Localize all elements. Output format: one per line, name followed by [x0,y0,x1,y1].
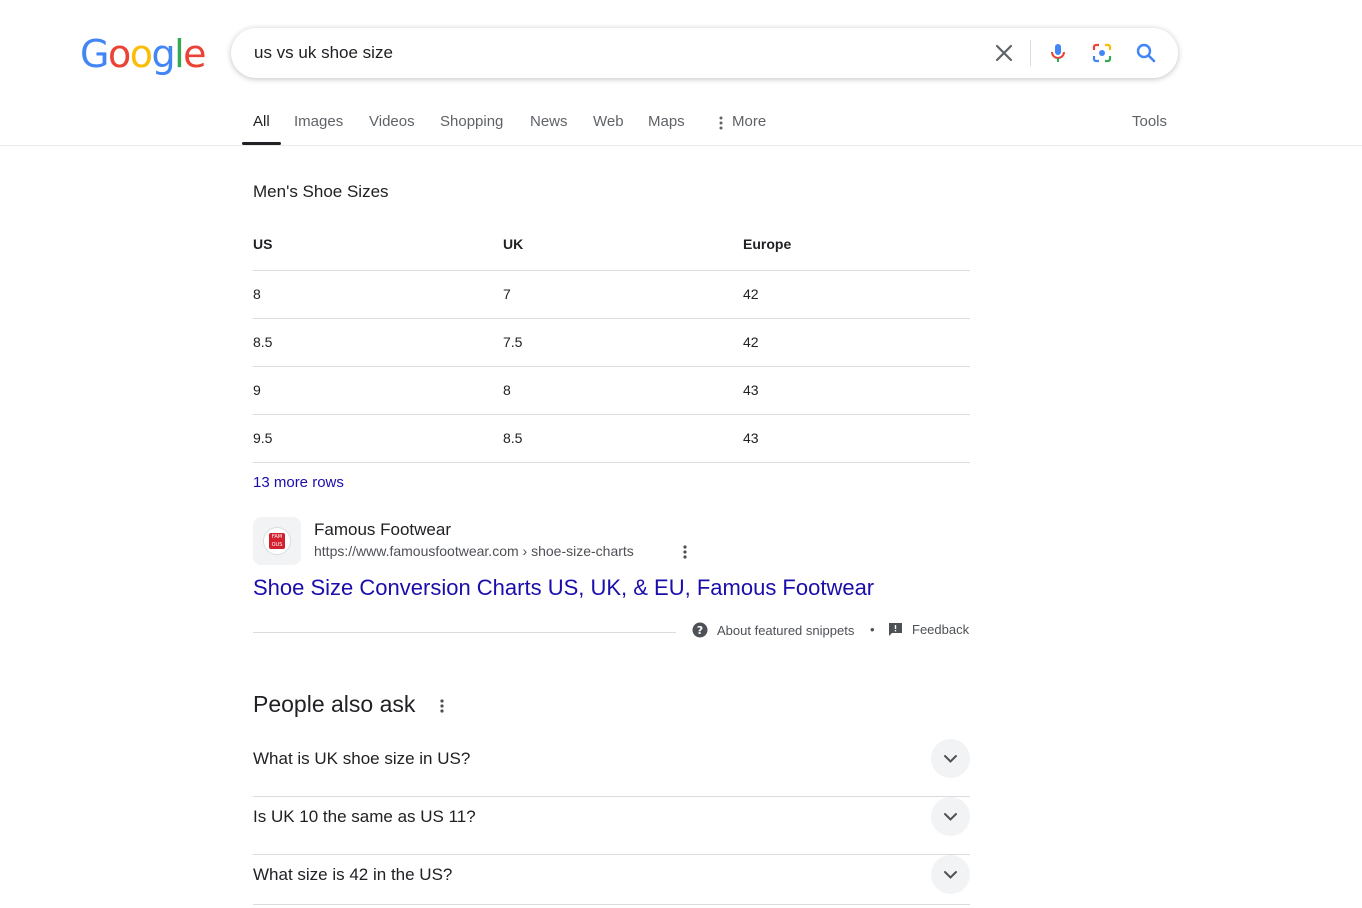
more-options-icon[interactable] [437,697,447,715]
table-cell: 7 [503,286,511,302]
table-cell: 9.5 [253,430,273,446]
table-cell: 7.5 [503,334,523,350]
table-cell: 8 [503,382,511,398]
famous-footwear-logo-icon: FAM OUS [269,533,285,549]
feedback-label: Feedback [912,622,970,637]
table-header-cell: Europe [743,236,792,252]
search-input[interactable]: us vs uk shoe size [254,43,393,63]
result-title-link[interactable]: Shoe Size Conversion Charts US, UK, & EU… [253,575,874,601]
table-row: 8.5 7.5 42 [253,319,970,367]
logo-letter: o [129,32,153,76]
logo-letter: e [183,32,206,76]
google-logo[interactable]: Google [80,32,207,76]
search-box[interactable]: us vs uk shoe size [231,28,1178,78]
site-favicon[interactable]: FAM OUS [253,517,301,565]
tab-more[interactable]: More [732,113,766,130]
tab-videos[interactable]: Videos [369,113,415,130]
logo-letter: l [174,32,185,76]
more-rows-link[interactable]: 13 more rows [253,474,344,491]
expand-button[interactable] [931,797,970,836]
search-divider [1030,40,1031,66]
more-options-icon[interactable] [680,543,690,561]
tab-web[interactable]: Web [593,113,624,130]
table-header-cell: US [253,236,273,252]
table-cell: 8.5 [503,430,523,446]
lens-camera-icon[interactable] [1090,41,1114,65]
chevron-down-icon [944,755,957,763]
people-also-ask-title: People also ask [253,691,416,717]
paa-question[interactable]: Is UK 10 the same as US 11? [253,797,970,855]
paa-question-text: What size is 42 in the US? [253,865,453,884]
table-header-row: US UK Europe [253,222,970,271]
snippet-divider [253,632,676,633]
logo-letter: g [151,32,175,76]
feedback-icon [889,623,902,636]
table-row: 9.5 8.5 43 [253,415,970,463]
size-table: US UK Europe 8 7 42 8.5 7.5 42 9 8 43 9.… [253,222,970,463]
table-row: 9 8 43 [253,367,970,415]
paa-question[interactable]: What is UK shoe size in US? [253,739,970,797]
table-cell: 8.5 [253,334,273,350]
paa-question-text: Is UK 10 the same as US 11? [253,807,476,826]
table-cell: 9 [253,382,261,398]
logo-letter: o [107,32,131,76]
logo-letter: G [80,32,109,76]
favicon-circle: FAM OUS [263,527,291,555]
tab-shopping[interactable]: Shopping [440,113,503,130]
table-cell: 8 [253,286,261,302]
paa-question-text: What is UK shoe size in US? [253,749,471,768]
tabs-divider [0,145,1362,146]
table-row: 8 7 42 [253,271,970,319]
about-snippets-label: About featured snippets [717,622,855,638]
tab-maps[interactable]: Maps [648,113,685,130]
help-icon: ? [692,622,708,638]
table-cell: 43 [743,430,759,446]
paa-question[interactable]: What size is 42 in the US? [253,855,970,905]
microphone-icon[interactable] [1046,41,1070,65]
about-featured-snippets-link[interactable]: ? About featured snippets [692,622,854,638]
snippet-title: Men's Shoe Sizes [253,182,389,201]
tab-images[interactable]: Images [294,113,343,130]
site-url[interactable]: https://www.famousfootwear.com › shoe-si… [314,543,634,559]
tab-all[interactable]: All [253,113,270,130]
table-header-cell: UK [503,236,524,252]
chevron-down-icon [944,871,957,879]
tab-news[interactable]: News [530,113,568,130]
expand-button[interactable] [931,855,970,894]
site-name[interactable]: Famous Footwear [314,520,451,540]
clear-icon[interactable] [992,41,1016,65]
table-cell: 43 [743,382,759,398]
table-cell: 42 [743,334,759,350]
chevron-down-icon [944,813,957,821]
tools-button[interactable]: Tools [1132,113,1167,130]
separator-dot: • [870,622,875,637]
svg-text:?: ? [697,624,703,637]
search-icon[interactable] [1134,41,1158,65]
expand-button[interactable] [931,739,970,778]
table-cell: 42 [743,286,759,302]
more-dots-icon[interactable] [718,115,724,131]
feedback-link[interactable]: Feedback [888,622,969,637]
